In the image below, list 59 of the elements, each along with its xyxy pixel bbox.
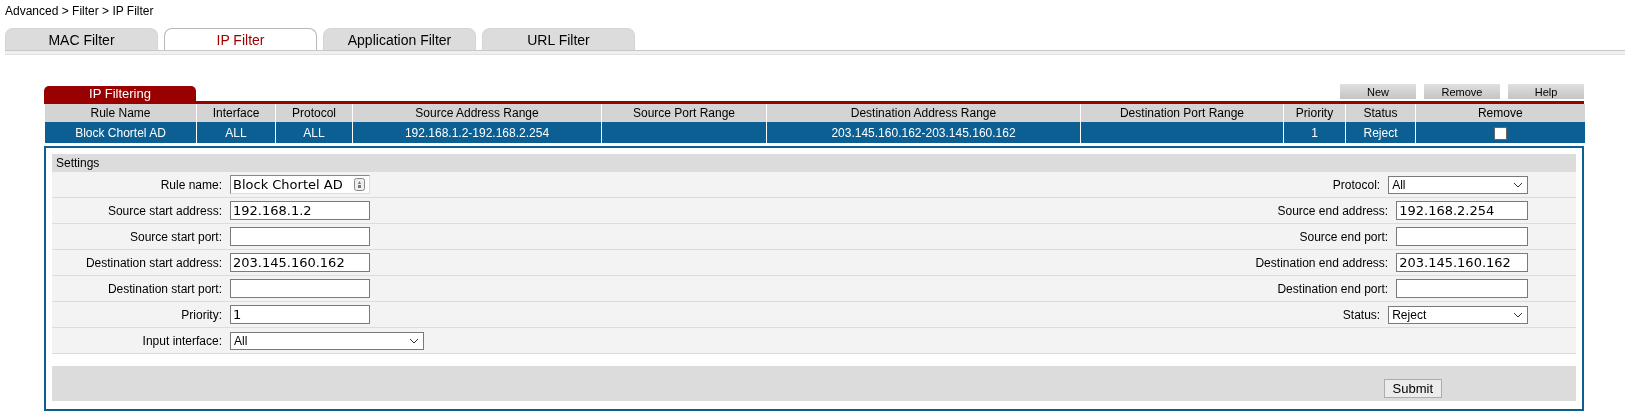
autofill-icon[interactable] <box>354 178 365 191</box>
column-header: Status <box>1345 104 1416 122</box>
column-header: Remove <box>1415 104 1585 122</box>
field-label: Rule name: <box>159 177 223 192</box>
table-cell: ALL <box>196 122 276 143</box>
column-header: Priority <box>1283 104 1346 122</box>
table-row[interactable]: Block Chortel AD ALL ALL 192.168.1.2-192.168.2.254 203.145.160.162-203.145.160.162 1 Reject <box>44 122 1585 143</box>
field-label: Source end address: <box>1276 203 1390 218</box>
submit-button[interactable]: Submit <box>1383 379 1442 398</box>
dropdown[interactable]: All <box>230 331 424 350</box>
field-label: Destination end address: <box>1254 255 1390 270</box>
breadcrumb: Advanced > Filter > IP Filter <box>5 4 154 18</box>
panel-title: Settings <box>56 156 100 170</box>
text-field[interactable] <box>230 227 370 246</box>
column-header: Destination Port Range <box>1080 104 1284 122</box>
field-label: Source end port: <box>1298 229 1390 244</box>
text-field[interactable]: 203.145.160.162 <box>230 253 370 272</box>
checkbox[interactable] <box>1493 126 1507 140</box>
table-cell: ALL <box>275 122 353 143</box>
tab[interactable]: URL Filter <box>482 28 635 50</box>
field-label: Destination start address: <box>84 255 223 270</box>
text-field[interactable] <box>1396 227 1528 246</box>
field-label: Destination start port: <box>106 281 223 296</box>
chevron-icon <box>409 337 419 344</box>
dropdown[interactable]: All <box>1388 175 1528 194</box>
table-cell: 203.145.160.162-203.145.160.162 <box>766 122 1081 143</box>
text-field[interactable]: Block Chortel AD <box>230 175 370 194</box>
toolbar-button[interactable]: Remove <box>1424 84 1500 99</box>
field-label: Source start port: <box>128 229 223 244</box>
column-header: Destination Address Range <box>766 104 1081 122</box>
table-cell: Block Chortel AD <box>44 122 197 143</box>
text-field[interactable]: 203.145.160.162 <box>1396 253 1528 272</box>
table-cell: 192.168.1.2-192.168.2.254 <box>352 122 602 143</box>
tab[interactable]: Application Filter <box>323 28 476 50</box>
field-label: Source start address: <box>106 203 223 218</box>
field-label: Protocol: <box>1331 177 1382 192</box>
text-field[interactable] <box>1396 279 1528 298</box>
field-label: Priority: <box>180 307 223 322</box>
column-header: Source Port Range <box>601 104 767 122</box>
column-header: Rule Name <box>44 104 197 122</box>
column-header: Protocol <box>275 104 353 122</box>
text-field[interactable]: 1 <box>230 305 370 324</box>
toolbar-button[interactable]: Help <box>1508 84 1584 99</box>
chevron-icon <box>1513 181 1523 188</box>
table-cell: 1 <box>1283 122 1346 143</box>
dropdown[interactable]: Reject <box>1388 305 1528 324</box>
column-header: Interface <box>196 104 276 122</box>
chevron-icon <box>1513 311 1523 318</box>
tab[interactable]: IP Filter <box>164 28 317 50</box>
tab[interactable]: MAC Filter <box>5 28 158 50</box>
text-field[interactable]: 192.168.1.2 <box>230 201 370 220</box>
field-label: Status: <box>1341 307 1382 322</box>
toolbar-button[interactable]: New <box>1340 84 1416 99</box>
field-label: Input interface: <box>141 333 223 348</box>
table-cell: Reject <box>1345 122 1416 143</box>
column-header: Source Address Range <box>352 104 602 122</box>
text-field[interactable]: 192.168.2.254 <box>1396 201 1528 220</box>
field-label: Destination end port: <box>1276 281 1390 296</box>
text-field[interactable] <box>230 279 370 298</box>
